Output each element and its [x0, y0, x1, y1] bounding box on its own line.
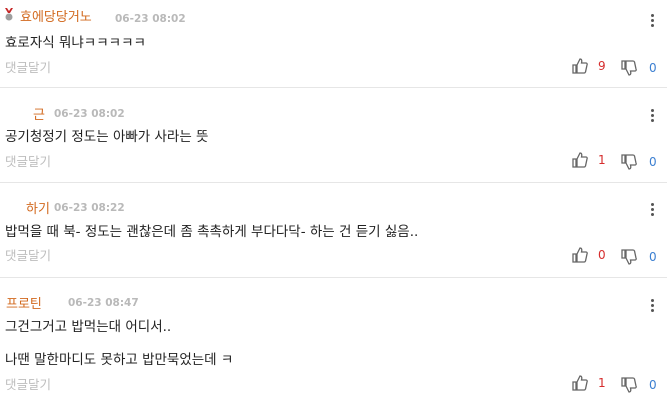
- timestamp: 06-23 08:47: [68, 297, 139, 309]
- medal-icon: [5, 8, 13, 21]
- comment-item: 하기 06-23 08:22 밥먹을 때 북- 정도는 괜찮은데 좀 촉촉하게 …: [0, 183, 667, 278]
- more-options-icon[interactable]: [651, 14, 655, 28]
- dislike-button[interactable]: 0: [620, 153, 660, 171]
- thumbs-down-icon: [621, 377, 637, 393]
- nickname[interactable]: 근: [33, 104, 45, 123]
- comment-text-line: 그건그거고 밥먹는대 어디서..: [5, 319, 172, 335]
- nickname[interactable]: 프로틴: [6, 296, 42, 310]
- dislike-button[interactable]: 0: [620, 59, 660, 77]
- comment-text: 공기청정기 정도는 아빠가 사라는 뜻: [5, 129, 209, 145]
- nickname-wrapper: 프로틴: [6, 296, 64, 310]
- reply-button[interactable]: 댓글달기: [5, 245, 51, 264]
- reply-button[interactable]: 댓글달기: [5, 151, 51, 170]
- dislike-button[interactable]: 0: [620, 376, 660, 394]
- dislike-count: 0: [649, 61, 657, 75]
- nickname[interactable]: 효에당당거노: [20, 10, 92, 22]
- comment-text: 효로자식 뭐냐ㅋㅋㅋㅋㅋ: [5, 35, 146, 51]
- comment-item: 근 06-23 08:02 공기청정기 정도는 아빠가 사라는 뜻 댓글달기 1…: [0, 88, 667, 183]
- timestamp: 06-23 08:02: [115, 13, 186, 25]
- nickname-wrapper: 효에당당거노: [20, 10, 110, 22]
- comment-item: 효에당당거노 06-23 08:02 효로자식 뭐냐ㅋㅋㅋㅋㅋ 댓글달기 9 0: [0, 0, 667, 88]
- like-count: 1: [598, 376, 606, 390]
- comment-item: 프로틴 06-23 08:47 그건그거고 밥먹는대 어디서.. 나땐 말한마디…: [0, 278, 667, 402]
- like-count: 9: [598, 59, 606, 73]
- thumbs-up-icon: [572, 58, 588, 74]
- thumbs-up-icon: [572, 375, 588, 391]
- thumbs-up-icon: [572, 152, 588, 168]
- reply-button[interactable]: 댓글달기: [5, 374, 51, 393]
- comment-text-line: 나땐 말한마디도 못하고 밥만묵었는데 ㅋ: [5, 352, 234, 368]
- like-button[interactable]: 0: [571, 246, 611, 264]
- more-options-icon[interactable]: [651, 109, 655, 123]
- thumbs-down-icon: [621, 60, 637, 76]
- thumbs-up-icon: [572, 247, 588, 263]
- timestamp: 06-23 08:22: [54, 202, 125, 214]
- timestamp: 06-23 08:02: [54, 108, 125, 120]
- like-button[interactable]: 1: [571, 151, 611, 169]
- thumbs-down-icon: [621, 249, 637, 265]
- reply-button[interactable]: 댓글달기: [5, 57, 51, 76]
- thumbs-down-icon: [621, 154, 637, 170]
- like-count: 0: [598, 248, 606, 262]
- dislike-button[interactable]: 0: [620, 248, 660, 266]
- more-options-icon[interactable]: [651, 203, 655, 217]
- dislike-count: 0: [649, 155, 657, 169]
- like-button[interactable]: 1: [571, 374, 611, 392]
- like-count: 1: [598, 153, 606, 167]
- dislike-count: 0: [649, 250, 657, 264]
- like-button[interactable]: 9: [571, 57, 611, 75]
- more-options-icon[interactable]: [651, 299, 655, 313]
- nickname[interactable]: 하기: [26, 198, 50, 217]
- comment-text: 밥먹을 때 북- 정도는 괜찮은데 좀 촉촉하게 부다다닥- 하는 건 듣기 싫…: [5, 224, 419, 240]
- dislike-count: 0: [649, 378, 657, 392]
